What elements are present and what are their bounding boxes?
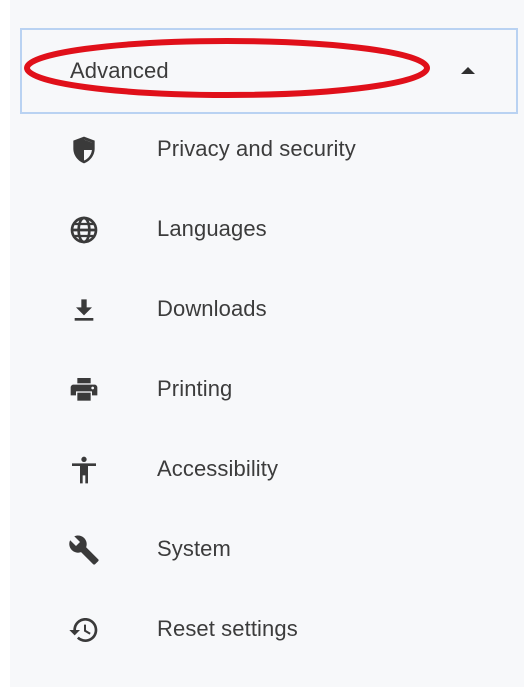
sidebar-item-label: Languages xyxy=(157,216,267,241)
globe-icon xyxy=(68,214,100,246)
download-icon xyxy=(68,294,100,326)
sidebar-item-label: Accessibility xyxy=(157,456,279,481)
wrench-icon xyxy=(68,534,100,566)
sidebar-item-reset-settings[interactable]: Reset settings xyxy=(20,600,518,658)
advanced-section-header[interactable]: Advanced xyxy=(20,28,518,114)
printer-icon xyxy=(68,374,100,406)
sidebar-item-privacy-and-security[interactable]: Privacy and security xyxy=(20,120,518,178)
sidebar-item-system[interactable]: System xyxy=(20,520,518,578)
shield-icon xyxy=(68,134,100,166)
sidebar-item-label: Printing xyxy=(157,376,233,401)
accessibility-icon xyxy=(68,454,100,486)
sidebar-item-label: System xyxy=(157,536,231,561)
sidebar-item-label: Privacy and security xyxy=(157,136,356,161)
restore-history-icon xyxy=(68,614,100,646)
advanced-section-label: Advanced xyxy=(70,58,169,83)
sidebar-item-accessibility[interactable]: Accessibility xyxy=(20,440,518,498)
sidebar-item-downloads[interactable]: Downloads xyxy=(20,280,518,338)
sidebar-item-languages[interactable]: Languages xyxy=(20,200,518,258)
sidebar-item-label: Downloads xyxy=(157,296,267,321)
settings-sidebar: Advanced Privacy and security Languages … xyxy=(10,0,524,687)
sidebar-item-printing[interactable]: Printing xyxy=(20,360,518,418)
chevron-up-icon[interactable] xyxy=(461,67,475,74)
sidebar-item-label: Reset settings xyxy=(157,616,298,641)
